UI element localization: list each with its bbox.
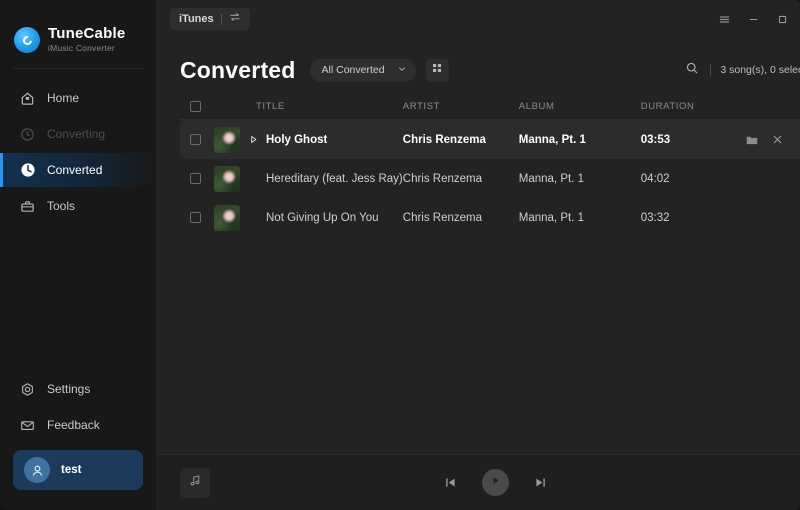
page-title: Converted: [180, 56, 296, 83]
grid-view-icon: [431, 61, 443, 79]
music-note-icon: [188, 473, 203, 493]
skip-previous-icon[interactable]: [443, 475, 458, 490]
column-header-duration: DURATION: [640, 101, 695, 112]
song-album: Manna, Pt. 1: [518, 211, 584, 224]
column-header-artist: ARTIST: [402, 101, 440, 112]
header-right-tools: 3 song(s), 0 selected.: [683, 61, 800, 79]
folder-icon[interactable]: [745, 133, 759, 147]
song-artist: Chris Renzema: [402, 211, 483, 224]
chevron-down-icon: [397, 61, 407, 79]
play-icon: [489, 474, 502, 492]
player-controls: [156, 469, 800, 496]
song-count-status: 3 song(s), 0 selected.: [720, 64, 800, 76]
player-bar: [156, 454, 800, 510]
table-row[interactable]: Hereditary (feat. Jess Ray) Chris Renzem…: [180, 159, 800, 198]
column-header-title: TITLE: [256, 101, 285, 112]
row-title-cell: Holy Ghost: [214, 126, 403, 153]
user-name: test: [61, 464, 82, 476]
app-window: TuneCable iMusic Converter Home Converti…: [0, 0, 800, 510]
sidebar-item-label: Converted: [47, 163, 103, 177]
brand: TuneCable iMusic Converter: [0, 0, 156, 62]
minimize-icon[interactable]: [741, 7, 767, 31]
filter-label: All Converted: [321, 64, 385, 76]
envelope-icon: [19, 417, 36, 434]
album-art: [214, 204, 240, 231]
sidebar-bottom-nav: Settings Feedback test: [0, 372, 156, 510]
swap-arrows-icon[interactable]: [229, 10, 241, 28]
avatar: [24, 457, 50, 483]
converted-table: TITLE ARTIST ALBUM DURATION Holy Ghost C…: [156, 94, 800, 237]
sidebar-item-label: Feedback: [47, 418, 100, 432]
song-title: Hereditary (feat. Jess Ray): [266, 172, 403, 185]
sidebar-item-label: Home: [47, 91, 80, 105]
disc-icon: [14, 27, 40, 53]
song-duration: 03:53: [640, 133, 671, 146]
song-duration: 03:32: [640, 211, 670, 224]
header-divider: [710, 64, 712, 76]
pill-divider: [220, 13, 222, 25]
main-panel: iTunes Converted All Converted 3 song(s)…: [156, 0, 800, 510]
row-title-cell: Not Giving Up On You: [214, 204, 403, 231]
sidebar: TuneCable iMusic Converter Home Converti…: [0, 0, 156, 510]
filter-dropdown[interactable]: All Converted: [309, 58, 416, 82]
song-album: Manna, Pt. 1: [518, 172, 584, 185]
sidebar-item-tools[interactable]: Tools: [0, 189, 156, 223]
brand-title: TuneCable: [48, 25, 126, 43]
row-actions: [745, 133, 800, 147]
song-title: Holy Ghost: [266, 133, 328, 146]
sidebar-nav: Home Converting Converted Tools: [0, 77, 156, 225]
player-thumbnail[interactable]: [180, 467, 210, 498]
brand-tagline: iMusic Converter: [48, 43, 115, 54]
sidebar-item-label: Settings: [47, 382, 91, 396]
sidebar-item-label: Converting: [47, 127, 106, 141]
home-icon: [19, 90, 36, 107]
row-checkbox[interactable]: [180, 212, 214, 223]
table-header-row: TITLE ARTIST ALBUM DURATION: [180, 94, 800, 120]
sidebar-divider: [12, 68, 144, 69]
song-artist: Chris Renzema: [402, 172, 483, 185]
titlebar: iTunes: [156, 0, 800, 38]
column-header-album: ALBUM: [518, 101, 555, 112]
skip-next-icon[interactable]: [533, 475, 548, 490]
search-icon: [685, 61, 699, 80]
sidebar-item-converting[interactable]: Converting: [0, 117, 156, 151]
sidebar-item-converted[interactable]: Converted: [0, 153, 156, 187]
table-row[interactable]: Holy Ghost Chris Renzema Manna, Pt. 1 03…: [180, 120, 800, 159]
refresh-icon: [19, 126, 36, 143]
sidebar-item-settings[interactable]: Settings: [0, 372, 156, 406]
row-checkbox[interactable]: [180, 173, 214, 184]
search-button[interactable]: [683, 61, 701, 79]
gear-icon: [19, 381, 36, 398]
song-artist: Chris Renzema: [402, 133, 486, 146]
sidebar-item-label: Tools: [47, 199, 76, 213]
album-art: [214, 126, 240, 153]
toolbox-icon: [19, 198, 36, 215]
song-title: Not Giving Up On You: [266, 211, 379, 224]
window-controls: [712, 7, 800, 31]
source-name: iTunes: [179, 13, 214, 25]
hamburger-menu-icon[interactable]: [712, 7, 738, 31]
clock-icon: [19, 162, 36, 179]
user-profile-button[interactable]: test: [13, 450, 143, 490]
page-header: Converted All Converted 3 song(s), 0 sel…: [156, 46, 800, 94]
row-checkbox[interactable]: [180, 134, 214, 145]
grid-view-toggle[interactable]: [425, 58, 449, 82]
table-body: Holy Ghost Chris Renzema Manna, Pt. 1 03…: [180, 120, 800, 237]
remove-row-close-icon[interactable]: [771, 133, 784, 146]
row-title-cell: Hereditary (feat. Jess Ray): [214, 165, 403, 192]
song-duration: 04:02: [640, 172, 670, 185]
play-button[interactable]: [481, 469, 509, 496]
album-art: [214, 165, 240, 192]
table-row[interactable]: Not Giving Up On You Chris Renzema Manna…: [180, 198, 800, 237]
song-album: Manna, Pt. 1: [518, 133, 586, 146]
play-triangle-icon[interactable]: [247, 134, 259, 145]
maximize-icon[interactable]: [770, 7, 796, 31]
sidebar-item-home[interactable]: Home: [0, 81, 156, 115]
source-selector[interactable]: iTunes: [170, 8, 250, 30]
sidebar-item-feedback[interactable]: Feedback: [0, 408, 156, 442]
select-all-checkbox[interactable]: [180, 101, 214, 112]
